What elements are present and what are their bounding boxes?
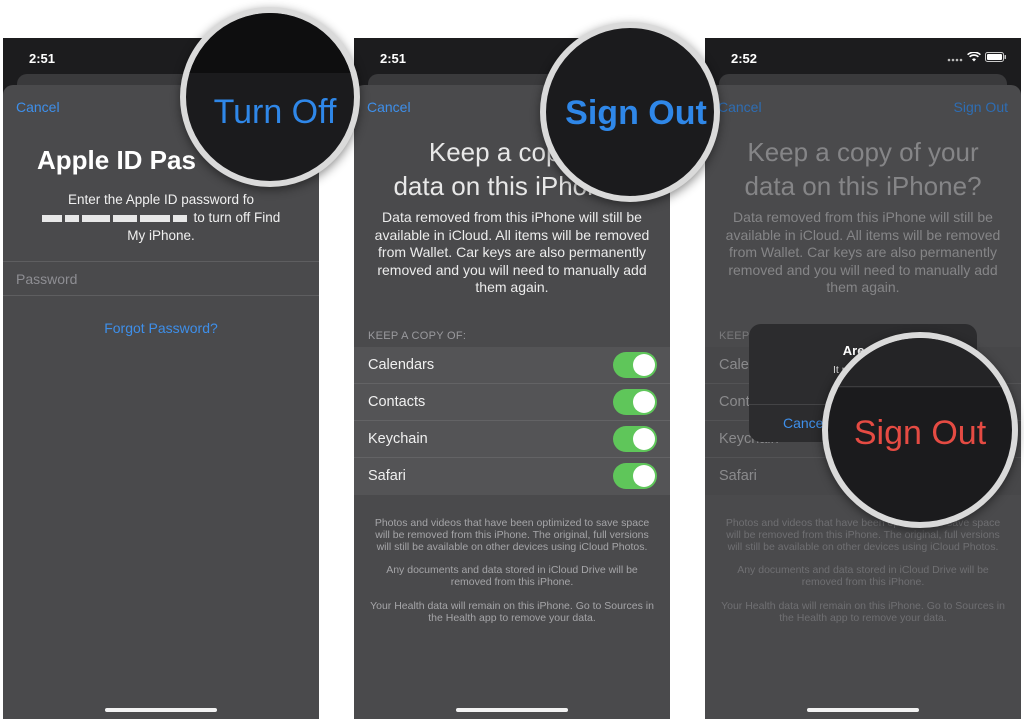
list-item-safari: Safari xyxy=(354,458,670,495)
magnifier-sign-out: Sign Out xyxy=(540,22,720,202)
toggle-knob xyxy=(633,354,655,376)
keychain-toggle[interactable] xyxy=(613,426,657,452)
footer-icloud-drive-note: Any documents and data stored in iCloud … xyxy=(386,564,638,588)
toggle-knob xyxy=(633,465,655,487)
home-indicator xyxy=(105,708,217,712)
footer-health-note: Your Health data will remain on this iPh… xyxy=(370,600,654,624)
list-item-label: Calendars xyxy=(368,357,435,373)
status-time: 2:51 xyxy=(380,51,407,66)
confirm-sign-out-button[interactable]: Sign Out xyxy=(828,414,1012,453)
forgot-password-link[interactable]: Forgot Password? xyxy=(3,320,319,336)
magnifier-band xyxy=(828,338,1012,388)
toggle-knob xyxy=(633,391,655,413)
alert-cancel-button[interactable]: Cance xyxy=(783,415,823,431)
contacts-toggle[interactable] xyxy=(613,389,657,415)
magnifier-divider xyxy=(828,386,1012,387)
cancel-button[interactable]: Cancel xyxy=(16,99,60,115)
footer-photos-note: Photos and videos that have been optimiz… xyxy=(374,517,650,553)
sign-out-description: Data removed from this iPhone will still… xyxy=(374,209,650,295)
title-line-1: Keep a copy of your xyxy=(747,137,979,167)
status-time: 2:51 xyxy=(29,51,56,66)
battery-icon xyxy=(985,52,1006,62)
list-item-label: Safari xyxy=(719,468,757,484)
instructions-line-2: to turn off Find xyxy=(13,209,309,227)
redacted-email xyxy=(81,214,110,222)
cellular-signal-icon xyxy=(947,58,963,62)
list-item-label: Cont xyxy=(719,394,750,410)
status-icons xyxy=(947,52,1007,62)
magnifier-sign-out-confirm: Sign Out xyxy=(822,332,1018,528)
instructions-line-3: My iPhone. xyxy=(127,228,195,243)
home-indicator xyxy=(456,708,568,712)
redacted-email xyxy=(64,214,79,222)
turn-off-button[interactable]: Turn Off xyxy=(196,93,354,132)
footer-health-note: Your Health data will remain on this iPh… xyxy=(721,600,1005,624)
sign-out-button[interactable]: Sign Out xyxy=(558,94,714,133)
sign-out-description: Data removed from this iPhone will still… xyxy=(725,209,1001,295)
password-instructions: Enter the Apple ID password fo to turn o… xyxy=(13,191,309,245)
keep-copy-list: Calendars Contacts Keychain Safari xyxy=(354,347,670,495)
home-indicator xyxy=(807,708,919,712)
magnifier-band xyxy=(186,13,354,73)
list-item-label: Safari xyxy=(368,468,406,484)
wifi-icon xyxy=(967,52,981,62)
instructions-line-1: Enter the Apple ID password fo xyxy=(67,192,255,207)
cancel-button[interactable]: Cancel xyxy=(718,99,762,115)
redacted-email xyxy=(112,214,137,222)
title-line-2: data on this iPhone? xyxy=(744,171,982,201)
list-item-calendars: Calendars xyxy=(354,347,670,384)
list-item-label: Contacts xyxy=(368,394,426,410)
keep-copy-section-header: KEEP A COPY OF: xyxy=(368,330,467,342)
page-title: Apple ID Pas xyxy=(37,145,196,175)
list-item-contacts: Contacts xyxy=(354,384,670,421)
sign-out-nav-button[interactable]: Sign Out xyxy=(954,99,1008,115)
toggle-knob xyxy=(633,428,655,450)
instructions-line-2-text: to turn off Find xyxy=(193,210,281,225)
page-title: Keep a copy of your data on this iPhone? xyxy=(715,135,1011,203)
redacted-email xyxy=(172,214,187,222)
redacted-email xyxy=(139,214,170,222)
keep-copy-section-header: KEEP xyxy=(719,330,750,342)
password-field[interactable]: Password xyxy=(16,271,77,287)
redacted-email xyxy=(41,214,62,222)
divider xyxy=(3,295,319,296)
list-item-label: Keychain xyxy=(368,431,428,447)
footer-photos-note: Photos and videos that have been optimiz… xyxy=(725,517,1001,553)
safari-toggle[interactable] xyxy=(613,463,657,489)
calendars-toggle[interactable] xyxy=(613,352,657,378)
footer-icloud-drive-note: Any documents and data stored in iCloud … xyxy=(737,564,989,588)
list-item-keychain: Keychain xyxy=(354,421,670,458)
magnifier-turn-off: Turn Off xyxy=(180,7,360,187)
cancel-button[interactable]: Cancel xyxy=(367,99,411,115)
divider xyxy=(3,261,319,262)
stage: 2:51 Cancel Apple ID Pas Enter the Apple… xyxy=(0,0,1024,723)
status-time: 2:52 xyxy=(731,51,758,66)
